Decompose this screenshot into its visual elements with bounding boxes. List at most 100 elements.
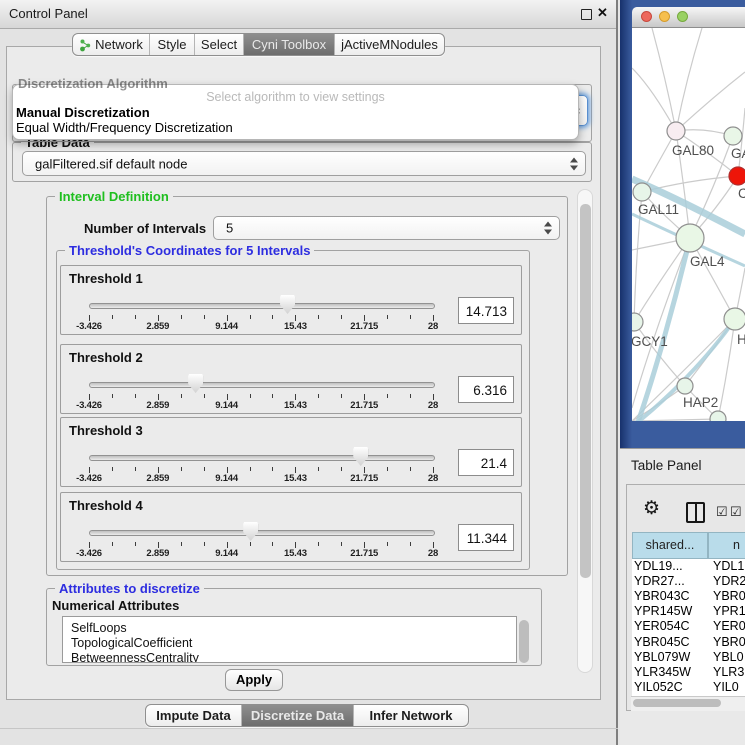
- table-cell[interactable]: YBL0: [713, 650, 744, 665]
- minimize-traffic-light-icon[interactable]: [659, 11, 670, 22]
- slider-tick-label: 9.144: [204, 473, 250, 484]
- table-row[interactable]: YER054C YER0: [632, 619, 745, 634]
- close-icon[interactable]: ✕: [597, 5, 608, 21]
- table-cell[interactable]: YER054C: [634, 619, 690, 634]
- column-header-name[interactable]: n: [708, 532, 745, 559]
- panel-scrollbar-thumb[interactable]: [580, 204, 591, 578]
- network-node[interactable]: [677, 378, 693, 394]
- slider-tick: [250, 542, 251, 546]
- tab-style[interactable]: Style: [149, 34, 194, 55]
- network-node[interactable]: [724, 127, 742, 145]
- gear-icon[interactable]: ⚙: [643, 497, 660, 520]
- number-of-intervals-value: 5: [226, 221, 233, 236]
- table-cell[interactable]: YIL0: [713, 680, 739, 695]
- table-cell[interactable]: YBR0: [713, 635, 745, 650]
- table-cell[interactable]: YBL079W: [634, 650, 690, 665]
- table-cell[interactable]: YBR0: [713, 589, 745, 604]
- checkbox-checked-icon[interactable]: ☑: [730, 504, 742, 520]
- network-node[interactable]: [667, 122, 685, 140]
- network-graph[interactable]: GAL80GACGAL11GAL4GCY1HHAP2: [632, 28, 745, 421]
- network-edge[interactable]: [652, 28, 676, 131]
- zoom-traffic-light-icon[interactable]: [677, 11, 688, 22]
- node-label: GAL80: [672, 143, 714, 158]
- option-equal-width-frequency[interactable]: Equal Width/Frequency Discretization: [16, 120, 233, 135]
- float-window-icon[interactable]: [581, 9, 592, 20]
- table-cell[interactable]: YLR345W: [634, 665, 691, 680]
- tab-impute-data[interactable]: Impute Data: [146, 705, 241, 726]
- slider-tick-label: 28: [410, 548, 456, 559]
- list-item-selfloops[interactable]: SelfLoops: [71, 621, 127, 636]
- table-cell[interactable]: YLR3: [713, 665, 744, 680]
- tab-infer-network[interactable]: Infer Network: [353, 705, 468, 726]
- network-node[interactable]: [729, 167, 745, 185]
- slider-thumb[interactable]: [353, 447, 368, 466]
- table-cell[interactable]: YER0: [713, 619, 745, 634]
- table-cell[interactable]: YPR1: [713, 604, 745, 619]
- list-scrollbar-thumb[interactable]: [519, 620, 529, 663]
- column-header-shared[interactable]: shared...: [632, 532, 708, 559]
- table-row[interactable]: YBL079W YBL0: [632, 650, 745, 665]
- network-canvas[interactable]: GAL80GACGAL11GAL4GCY1HHAP2: [632, 28, 745, 421]
- table-cell[interactable]: YDL1: [713, 559, 744, 574]
- combo-stepper-icon[interactable]: [544, 222, 552, 235]
- slider-tick-label: -3.426: [66, 473, 112, 484]
- threshold-1-slider[interactable]: [89, 303, 435, 309]
- table-row[interactable]: YIL052C YIL0: [632, 680, 745, 695]
- tab-jactivemnodules[interactable]: jActiveMNodules: [334, 34, 444, 55]
- network-edge[interactable]: [676, 72, 745, 131]
- combo-stepper-icon[interactable]: [570, 157, 578, 170]
- network-node[interactable]: [676, 224, 704, 252]
- tab-network[interactable]: Network: [73, 34, 149, 55]
- thresholds-group-label: Threshold's Coordinates for 5 Intervals: [65, 243, 314, 258]
- threshold-3-slider[interactable]: [89, 455, 435, 461]
- table-cell[interactable]: YPR145W: [634, 604, 692, 619]
- table-hscrollbar-thumb[interactable]: [633, 699, 721, 707]
- apply-button[interactable]: Apply: [225, 669, 283, 691]
- threshold-3-value-field[interactable]: 21.4: [458, 449, 514, 476]
- slider-tick: [204, 394, 205, 398]
- table-cell[interactable]: YIL052C: [634, 680, 683, 695]
- network-node[interactable]: [710, 411, 726, 421]
- node-label: H: [737, 332, 745, 347]
- threshold-4-slider[interactable]: [89, 530, 435, 536]
- close-traffic-light-icon[interactable]: [641, 11, 652, 22]
- network-edge[interactable]: [676, 28, 702, 131]
- slider-tick: [272, 394, 273, 398]
- table-row[interactable]: YLR345W YLR3: [632, 665, 745, 680]
- table-row[interactable]: YPR145W YPR1: [632, 604, 745, 619]
- network-node[interactable]: [633, 183, 651, 201]
- table-row[interactable]: YDR27... YDR2: [632, 574, 745, 589]
- network-node[interactable]: [632, 313, 643, 331]
- table-cell[interactable]: YBR045C: [634, 635, 690, 650]
- network-window-titlebar[interactable]: [632, 7, 745, 28]
- tab-select[interactable]: Select: [194, 34, 243, 55]
- table-cell[interactable]: YDR2: [713, 574, 745, 589]
- tab-cyni-toolbox[interactable]: Cyni Toolbox: [243, 34, 334, 55]
- table-cell[interactable]: YDR27...: [634, 574, 685, 589]
- table-cell[interactable]: YBR043C: [634, 589, 690, 604]
- threshold-4-value-field[interactable]: 11.344: [458, 524, 514, 551]
- option-manual-discretization[interactable]: Manual Discretization: [16, 105, 150, 120]
- slider-tick: [112, 467, 113, 471]
- table-cell[interactable]: YDL19...: [634, 559, 683, 574]
- threshold-2-value-field[interactable]: 6.316: [458, 376, 514, 403]
- network-node[interactable]: [724, 308, 745, 330]
- columns-icon[interactable]: [686, 502, 705, 523]
- slider-thumb[interactable]: [188, 374, 203, 393]
- network-edge[interactable]: [632, 419, 718, 421]
- table-data-combo[interactable]: galFiltered.sif default node: [22, 151, 586, 176]
- slider-tick: [250, 467, 251, 471]
- threshold-3-box: Threshold 3 21.4 -3.4262.8599.14415.4321…: [60, 417, 522, 487]
- slider-thumb[interactable]: [243, 522, 258, 541]
- list-item-topologicalcoefficient[interactable]: TopologicalCoefficient: [71, 636, 192, 651]
- slider-thumb[interactable]: [280, 295, 295, 314]
- table-row[interactable]: YBR045C YBR0: [632, 635, 745, 650]
- table-row[interactable]: YBR043C YBR0: [632, 589, 745, 604]
- checkbox-checked-icon[interactable]: ☑: [716, 504, 728, 520]
- table-row[interactable]: YDL19... YDL1: [632, 559, 745, 574]
- list-item-betweennesscentrality[interactable]: BetweennessCentrality: [71, 651, 199, 663]
- number-of-intervals-combo[interactable]: 5: [213, 216, 560, 240]
- tab-discretize-data[interactable]: Discretize Data: [241, 705, 353, 726]
- threshold-2-slider[interactable]: [89, 382, 435, 388]
- threshold-1-value-field[interactable]: 14.713: [458, 297, 514, 324]
